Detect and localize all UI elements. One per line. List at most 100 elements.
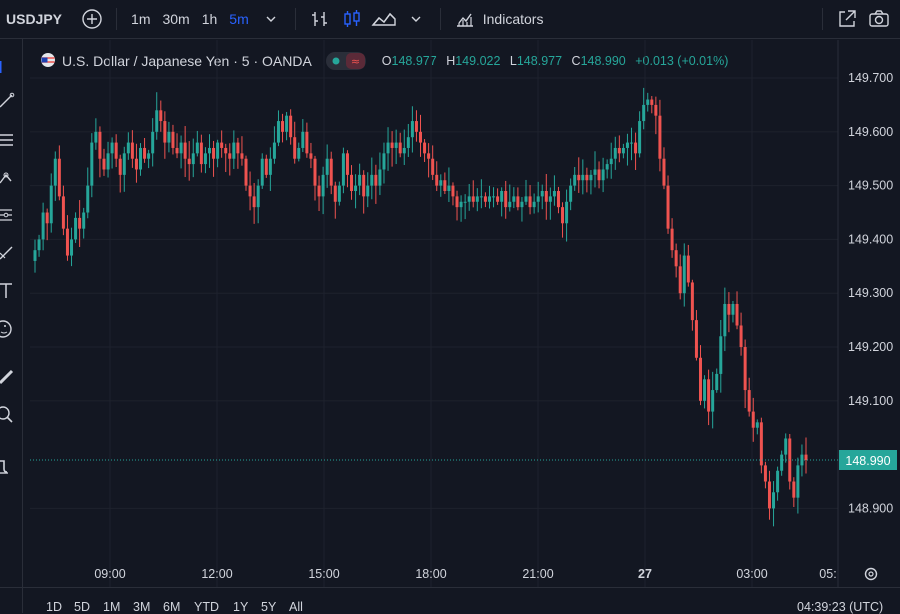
y-tick-label: 149.300: [848, 286, 893, 300]
candle-body: [431, 158, 435, 175]
candle-body: [577, 174, 581, 181]
candle-body: [406, 137, 410, 148]
price-chart[interactable]: 149.700 149.600 149.500 149.400 149.300 149.2…: [0, 0, 900, 613]
range-1y[interactable]: 1Y: [233, 600, 248, 614]
range-1m[interactable]: 1M: [103, 600, 120, 614]
candle-body: [374, 174, 378, 186]
candle-body: [467, 196, 471, 202]
candle-body: [597, 169, 601, 181]
candle-body: [126, 142, 130, 154]
candle-body: [70, 239, 74, 256]
candle-body: [759, 422, 763, 466]
range-6m[interactable]: 6M: [163, 600, 180, 614]
candle-body: [630, 142, 634, 144]
candle-body: [110, 142, 114, 154]
candle-body: [707, 379, 711, 412]
candle-body: [155, 110, 159, 132]
candle-body: [471, 196, 475, 202]
candle-body: [390, 142, 394, 148]
candle-body: [698, 357, 702, 401]
candle-body: [427, 153, 431, 159]
candle-body: [654, 104, 658, 116]
range-5y[interactable]: 5Y: [261, 600, 276, 614]
candle-body: [130, 142, 134, 159]
candle-body: [203, 153, 207, 165]
candle-body: [780, 454, 784, 471]
candle-body: [670, 228, 674, 251]
candle-body: [751, 411, 755, 428]
candle-body: [508, 201, 512, 208]
last-price-label: 148.990: [845, 454, 890, 468]
candle-body: [33, 250, 37, 261]
candle-body: [248, 185, 252, 197]
candle-body: [731, 303, 735, 315]
candle-body: [727, 303, 731, 315]
candle-body: [321, 174, 325, 197]
candle-body: [191, 153, 195, 165]
candle-body: [358, 174, 362, 186]
y-tick-label: 149.700: [848, 71, 893, 85]
x-tick-label: 12:00: [201, 567, 232, 581]
candle-body: [500, 191, 504, 202]
candle-body: [333, 185, 337, 202]
last-price-line: 148.990: [30, 450, 897, 470]
x-tick-label: 15:00: [308, 567, 339, 581]
candle-body: [723, 303, 727, 337]
candle-body: [516, 196, 520, 208]
candle-body: [345, 153, 349, 175]
candle-body: [520, 201, 524, 208]
range-all[interactable]: All: [289, 600, 303, 614]
candle-body: [163, 121, 167, 143]
range-ytd[interactable]: YTD: [194, 600, 219, 614]
candle-body: [147, 153, 151, 159]
utc-clock[interactable]: 04:39:23 (UTC): [797, 600, 883, 614]
x-tick-label: 18:00: [415, 567, 446, 581]
candle-body: [585, 174, 589, 181]
range-5d[interactable]: 5D: [74, 600, 90, 614]
settings-icon[interactable]: [862, 565, 880, 583]
range-3m[interactable]: 3M: [133, 600, 150, 614]
candle-body: [552, 191, 556, 197]
candle-body: [171, 131, 175, 148]
candle-body: [102, 158, 106, 170]
candle-body: [410, 121, 414, 138]
candle-body: [601, 169, 605, 181]
range-1d[interactable]: 1D: [46, 600, 62, 614]
candle-body: [183, 142, 187, 159]
candle-body: [370, 174, 374, 186]
candle-body: [690, 282, 694, 321]
candle-body: [666, 185, 670, 229]
candle-body: [49, 185, 53, 224]
candle-body: [463, 201, 467, 203]
candle-body: [317, 185, 321, 197]
candle-body: [496, 196, 500, 202]
candle-body: [715, 373, 719, 391]
candle-body: [61, 196, 65, 229]
candle-body: [57, 158, 61, 197]
candle-body: [82, 212, 86, 229]
candle-body: [159, 110, 163, 122]
x-tick-label: 21:00: [522, 567, 553, 581]
candle-body: [313, 158, 317, 186]
candle-body: [414, 121, 418, 132]
candle-body: [658, 115, 662, 159]
candles: [33, 87, 808, 527]
candle-body: [53, 158, 57, 186]
candle-body: [45, 212, 49, 224]
candle-body: [175, 147, 179, 154]
candle-body: [796, 465, 800, 498]
candle-body: [776, 470, 780, 493]
candle-body: [447, 185, 451, 191]
candle-body: [98, 131, 102, 159]
candle-body: [573, 174, 577, 186]
candle-body: [451, 185, 455, 197]
candle-body: [264, 158, 268, 175]
candle-body: [252, 196, 256, 208]
candle-body: [784, 438, 788, 455]
candle-body: [382, 153, 386, 170]
candle-body: [479, 196, 483, 198]
candle-body: [378, 169, 382, 186]
candle-body: [86, 185, 90, 213]
y-tick-label: 149.200: [848, 340, 893, 354]
candle-body: [337, 185, 341, 202]
